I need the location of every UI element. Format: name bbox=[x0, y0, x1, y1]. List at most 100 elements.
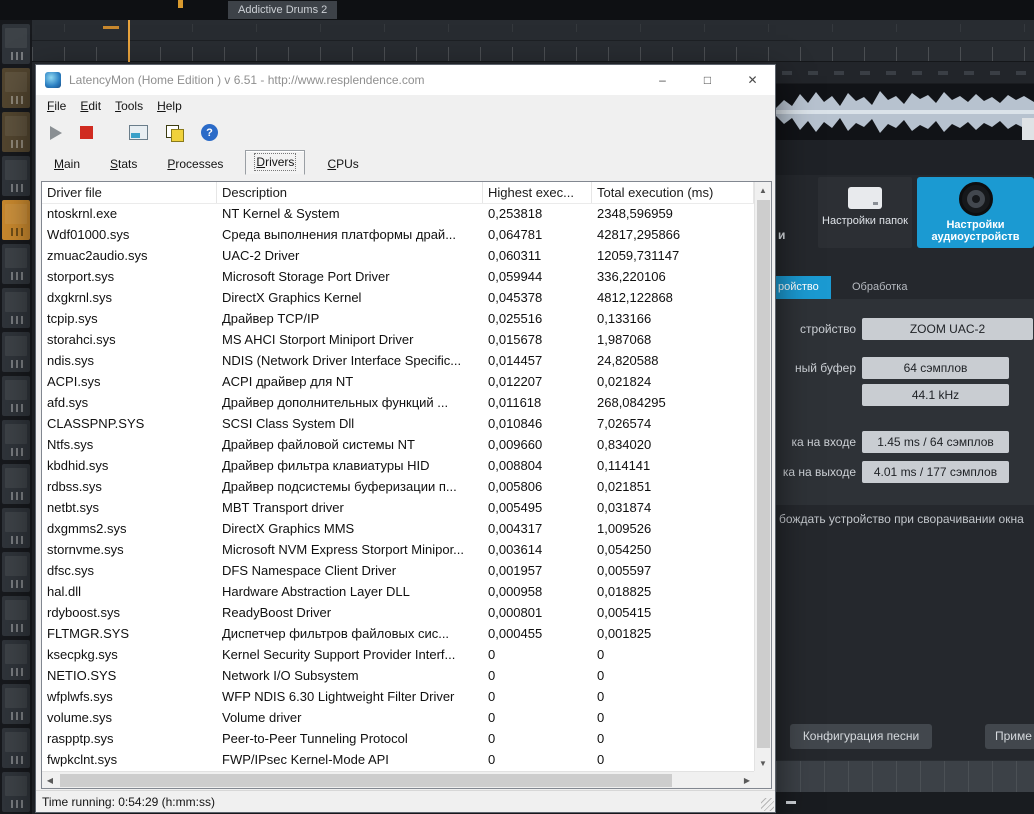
menu-item-help[interactable]: Help bbox=[150, 99, 189, 113]
track-module[interactable] bbox=[2, 640, 30, 680]
apply-button[interactable]: Приме bbox=[985, 724, 1034, 749]
table-row[interactable]: storport.sys Microsoft Storage Port Drive… bbox=[42, 267, 754, 288]
table-row[interactable]: rdyboost.sys ReadyBoost Driver 0,000801 0,0… bbox=[42, 603, 754, 624]
table-row[interactable]: Ntfs.sys Драйвер файловой системы NT 0,009… bbox=[42, 435, 754, 456]
table-row[interactable]: dfsc.sys DFS Namespace Client Driver 0,001… bbox=[42, 561, 754, 582]
track-module[interactable] bbox=[2, 376, 30, 416]
table-row[interactable]: dxgkrnl.sys DirectX Graphics Kernel 0,0453… bbox=[42, 288, 754, 309]
table-cell: 0,000801 bbox=[488, 605, 543, 620]
table-row[interactable]: Wdf01000.sys Среда выполнения платформы д… bbox=[42, 225, 754, 246]
panel-tab-device[interactable]: ройство bbox=[776, 276, 831, 299]
folder-settings-button[interactable]: Настройки папок bbox=[818, 177, 912, 248]
play-icon[interactable] bbox=[50, 125, 62, 140]
table-row[interactable]: storahci.sys MS AHCI Storport Miniport Dr… bbox=[42, 330, 754, 351]
daw-timeline-ruler[interactable] bbox=[0, 20, 1034, 62]
setting-value-dropdown[interactable]: 44.1 kHz bbox=[862, 384, 1009, 406]
column-header-3[interactable]: Highest exec... bbox=[483, 182, 592, 203]
table-cell: Wdf01000.sys bbox=[47, 227, 130, 242]
table-row[interactable]: CLASSPNP.SYS SCSI Class System Dll 0,01084… bbox=[42, 414, 754, 435]
table-row[interactable]: volume.sys Volume driver 0 0 bbox=[42, 708, 754, 729]
resize-grip[interactable] bbox=[761, 798, 774, 811]
song-config-button[interactable]: Конфигурация песни bbox=[790, 724, 932, 749]
copy-icon[interactable] bbox=[166, 124, 184, 142]
stop-icon[interactable] bbox=[80, 126, 93, 139]
scroll-right-icon[interactable]: ▶ bbox=[739, 772, 755, 789]
track-module[interactable] bbox=[2, 24, 30, 64]
maximize-button[interactable]: □ bbox=[685, 65, 730, 95]
tab-main[interactable]: Main bbox=[46, 154, 88, 175]
tab-stats[interactable]: Stats bbox=[102, 154, 145, 175]
menu-item-edit[interactable]: Edit bbox=[73, 99, 108, 113]
table-row[interactable]: ACPI.sys ACPI драйвер для NT 0,012207 0,021… bbox=[42, 372, 754, 393]
scroll-down-icon[interactable]: ▼ bbox=[755, 755, 772, 771]
table-row[interactable]: dxgmms2.sys DirectX Graphics MMS 0,004317 1… bbox=[42, 519, 754, 540]
vertical-scroll-thumb[interactable] bbox=[756, 200, 770, 748]
plugin-tab-addictive-drums[interactable]: Addictive Drums 2 bbox=[228, 1, 338, 19]
horizontal-scroll-thumb[interactable] bbox=[60, 773, 672, 787]
track-module[interactable] bbox=[2, 332, 30, 372]
report-icon[interactable] bbox=[129, 125, 148, 140]
column-header-4[interactable]: Total execution (ms) bbox=[592, 182, 754, 203]
track-module[interactable] bbox=[2, 200, 30, 240]
table-row[interactable]: kbdhid.sys Драйвер фильтра клавиатуры HID… bbox=[42, 456, 754, 477]
playhead-cursor[interactable] bbox=[128, 20, 130, 62]
table-cell: 0,004317 bbox=[488, 521, 543, 536]
table-row[interactable]: fwpkclnt.sys FWP/IPsec Kernel-Mode API 0 0 bbox=[42, 750, 754, 771]
scroll-up-icon[interactable]: ▲ bbox=[755, 182, 772, 198]
table-cell: 0 bbox=[488, 710, 496, 725]
table-row[interactable]: wfplwfs.sys WFP NDIS 6.30 Lightweight Fil… bbox=[42, 687, 754, 708]
panel-tab-processing[interactable]: Обработка bbox=[842, 276, 917, 299]
tab-drivers[interactable]: Drivers bbox=[245, 150, 306, 175]
menu-item-tools[interactable]: Tools bbox=[108, 99, 150, 113]
track-module[interactable] bbox=[2, 728, 30, 768]
track-module[interactable] bbox=[2, 552, 30, 592]
menu-item-file[interactable]: File bbox=[40, 99, 73, 113]
table-row[interactable]: NETIO.SYS Network I/O Subsystem 0 0 bbox=[42, 666, 754, 687]
track-module[interactable] bbox=[2, 772, 30, 812]
setting-value-dropdown[interactable]: 64 сэмплов bbox=[862, 357, 1009, 379]
table-row[interactable]: zmuac2audio.sys UAC-2 Driver 0,060311 12059… bbox=[42, 246, 754, 267]
setting-value-dropdown[interactable]: ZOOM UAC-2 bbox=[862, 318, 1033, 340]
table-row[interactable]: ndis.sys NDIS (Network Driver Interface S… bbox=[42, 351, 754, 372]
track-module[interactable] bbox=[2, 684, 30, 724]
track-module[interactable] bbox=[2, 420, 30, 460]
track-module[interactable] bbox=[2, 508, 30, 548]
table-row[interactable]: stornvme.sys Microsoft NVM Express Storpo… bbox=[42, 540, 754, 561]
vertical-scrollbar[interactable]: ▲ ▼ bbox=[754, 182, 771, 771]
audio-settings-button[interactable]: Настройки аудиоустройств bbox=[917, 177, 1034, 248]
table-cell: 0,005495 bbox=[488, 500, 543, 515]
close-button[interactable]: ✕ bbox=[730, 65, 775, 95]
column-header-2[interactable]: Description bbox=[217, 182, 483, 203]
table-row[interactable]: FLTMGR.SYS Диспетчер фильтров файловых си… bbox=[42, 624, 754, 645]
table-cell: 0,015678 bbox=[488, 332, 543, 347]
tab-cpus[interactable]: CPUs bbox=[319, 154, 366, 175]
setting-value-dropdown[interactable]: 1.45 ms / 64 сэмплов bbox=[862, 431, 1009, 453]
track-module[interactable] bbox=[2, 288, 30, 328]
table-row[interactable]: afd.sys Драйвер дополнительных функций ..… bbox=[42, 393, 754, 414]
track-module[interactable] bbox=[2, 244, 30, 284]
tab-processes[interactable]: Processes bbox=[159, 154, 231, 175]
horizontal-scrollbar[interactable]: ◀ ▶ bbox=[42, 771, 755, 788]
table-cell: UAC-2 Driver bbox=[222, 248, 300, 263]
scroll-left-icon[interactable]: ◀ bbox=[42, 772, 58, 789]
table-row[interactable]: rdbss.sys Драйвер подсистемы буферизации … bbox=[42, 477, 754, 498]
table-row[interactable]: tcpip.sys Драйвер TCP/IP 0,025516 0,133166 bbox=[42, 309, 754, 330]
setting-value-dropdown[interactable]: 4.01 ms / 177 сэмплов bbox=[862, 461, 1009, 483]
track-module[interactable] bbox=[2, 464, 30, 504]
title-bar[interactable]: LatencyMon (Home Edition ) v 6.51 - http… bbox=[36, 65, 775, 95]
track-module[interactable] bbox=[2, 112, 30, 152]
help-icon[interactable]: ? bbox=[201, 124, 218, 141]
table-cell: 336,220106 bbox=[597, 269, 666, 284]
table-row[interactable]: netbt.sys MBT Transport driver 0,005495 0,0… bbox=[42, 498, 754, 519]
table-row[interactable]: raspptp.sys Peer-to-Peer Tunneling Protoc… bbox=[42, 729, 754, 750]
table-row[interactable]: ksecpkg.sys Kernel Security Support Provi… bbox=[42, 645, 754, 666]
minimize-button[interactable]: – bbox=[640, 65, 685, 95]
table-row[interactable]: hal.dll Hardware Abstraction Layer DLL 0,0… bbox=[42, 582, 754, 603]
column-header-1[interactable]: Driver file bbox=[42, 182, 217, 203]
track-module[interactable] bbox=[2, 596, 30, 636]
time-running-status: Time running: 0:54:29 (h:mm:ss) bbox=[42, 795, 215, 809]
table-row[interactable]: ntoskrnl.exe NT Kernel & System 0,253818 23… bbox=[42, 204, 754, 225]
track-module[interactable] bbox=[2, 68, 30, 108]
release-device-label[interactable]: бождать устройство при сворачивании окна bbox=[779, 512, 1034, 526]
track-module[interactable] bbox=[2, 156, 30, 196]
